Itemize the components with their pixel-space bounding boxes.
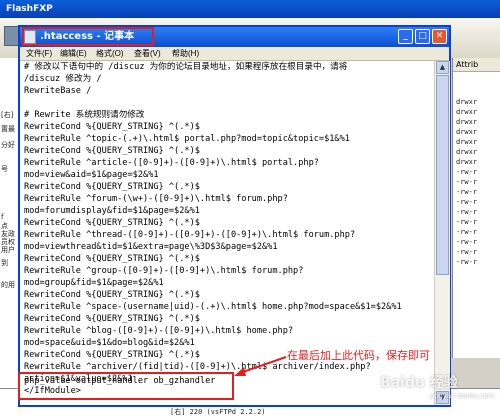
attrib-cell[interactable]: drwxr bbox=[456, 158, 477, 166]
code-line: RewriteCond %{QUERY_STRING} ^(.*)$ bbox=[24, 290, 200, 300]
baidu-watermark: Baidu 经验 bbox=[380, 375, 458, 391]
annotation-text: 在最后加上此代码，保存即可 bbox=[287, 349, 430, 362]
maximize-button[interactable]: □ bbox=[415, 29, 430, 44]
close-button[interactable]: ✕ bbox=[432, 29, 447, 44]
attrib-cell[interactable]: -rw-r bbox=[456, 208, 477, 216]
attrib-column-header[interactable]: Attrib bbox=[453, 58, 500, 72]
attrib-cell[interactable]: -rw-r bbox=[456, 198, 477, 206]
attrib-cell[interactable]: drwxr bbox=[456, 118, 477, 126]
attrib-cell[interactable]: drwxr bbox=[456, 138, 477, 146]
scroll-thumb[interactable] bbox=[436, 75, 449, 275]
code-line: RewriteRule ^article-([0-9]+)-([0-9]+)\.… bbox=[24, 158, 319, 168]
code-line: mod=viewthread&tid=$1&extra=page\%3D$3&p… bbox=[24, 242, 278, 252]
attrib-cell[interactable]: -rw-r bbox=[456, 178, 477, 186]
attrib-cell[interactable]: -rw-r bbox=[456, 228, 477, 236]
log-line: [右] 220 (vsFTPd 2.2.2) bbox=[170, 408, 266, 416]
attrib-cell[interactable]: -rw-r bbox=[456, 218, 477, 226]
code-line: /discuz 修改为 / bbox=[24, 74, 102, 84]
title-highlight-box bbox=[22, 27, 154, 46]
code-line: RewriteCond %{QUERY_STRING} ^(.*)$ bbox=[24, 122, 200, 132]
annotation-arrow-icon bbox=[234, 356, 287, 376]
attrib-cell[interactable]: drwxr bbox=[456, 128, 477, 136]
code-line: mod=view&aid=$1&page=$2&%1 bbox=[24, 170, 159, 180]
minimize-button[interactable]: _ bbox=[398, 29, 413, 44]
code-line: # Rewrite 系统规则请勿修改 bbox=[24, 110, 145, 120]
attrib-cell[interactable]: drwxr bbox=[456, 98, 477, 106]
code-highlight-box bbox=[18, 372, 234, 400]
code-line: RewriteCond %{QUERY_STRING} ^(.*)$ bbox=[24, 182, 200, 192]
code-line: RewriteCond %{QUERY_STRING} ^(.*)$ bbox=[24, 350, 200, 360]
attrib-cell[interactable]: drwxr bbox=[456, 148, 477, 156]
attrib-cell[interactable]: -rw-r bbox=[456, 238, 477, 246]
vertical-scrollbar[interactable]: ▲ ▼ bbox=[434, 61, 450, 405]
flashfxp-titlebar: FlashFXP bbox=[0, 0, 500, 18]
code-line: RewriteRule ^topic-(.+)\.html$ portal.ph… bbox=[24, 134, 350, 144]
notepad-menubar: 文件(F) 编辑(E) 格式(O) 查看(V) 帮助(H) bbox=[20, 47, 449, 61]
code-line: RewriteRule ^blog-([0-9]+)-([0-9]+)\.htm… bbox=[24, 326, 294, 336]
attrib-cell[interactable]: -rw-r bbox=[456, 248, 477, 256]
remote-file-panel: Attrib drwxr drwxr drwxr drwxr drwxr drw… bbox=[452, 58, 500, 358]
code-line: RewriteCond %{QUERY_STRING} ^(.*)$ bbox=[24, 218, 200, 228]
code-line: RewriteRule ^group-([0-9]+)-([0-9]+)\.ht… bbox=[24, 266, 304, 276]
menu-help[interactable]: 帮助(H) bbox=[172, 47, 199, 60]
notepad-titlebar[interactable]: .htaccess - 记事本 _ □ ✕ bbox=[20, 27, 449, 47]
code-line: RewriteRule ^thread-([0-9]+)-([0-9]+)-([… bbox=[24, 230, 356, 240]
code-line: RewriteRule ^forum-(\w+)-([0-9]+)\.html$… bbox=[24, 194, 288, 204]
code-line: RewriteCond %{QUERY_STRING} ^(.*)$ bbox=[24, 146, 200, 156]
code-line: RewriteCond %{QUERY_STRING} ^(.*)$ bbox=[24, 254, 200, 264]
attrib-cell[interactable]: drwxr bbox=[456, 108, 477, 116]
menu-view[interactable]: 查看(V) bbox=[134, 47, 161, 60]
code-line: RewriteBase / bbox=[24, 86, 92, 96]
menu-edit[interactable]: 编辑(E) bbox=[60, 47, 87, 60]
code-line: mod=forumdisplay&fid=$1&page=$2&%1 bbox=[24, 206, 200, 216]
attrib-cell[interactable]: -rw-r bbox=[456, 188, 477, 196]
code-line: RewriteCond %{QUERY_STRING} ^(.*)$ bbox=[24, 314, 200, 324]
code-line: mod=group&fid=$1&page=$2&%1 bbox=[24, 278, 164, 288]
menu-format[interactable]: 格式(O) bbox=[96, 47, 124, 60]
attrib-cell[interactable]: -rw-r bbox=[456, 168, 477, 176]
code-line: mod=space&uid=$1&do=blog&id=$2&%1 bbox=[24, 338, 195, 348]
scroll-up-icon[interactable]: ▲ bbox=[436, 61, 449, 74]
code-line: RewriteRule ^space-(username|uid)-(.+)\.… bbox=[24, 302, 402, 312]
attrib-cell[interactable]: -rw-r bbox=[456, 258, 477, 266]
baidu-watermark-url: jingyan.baidu.com bbox=[430, 392, 495, 400]
menu-file[interactable]: 文件(F) bbox=[26, 47, 52, 60]
code-line: # 修改以下语句中的 /discuz 为你的论坛目录地址，如果程序放在根目录中，… bbox=[24, 62, 348, 72]
